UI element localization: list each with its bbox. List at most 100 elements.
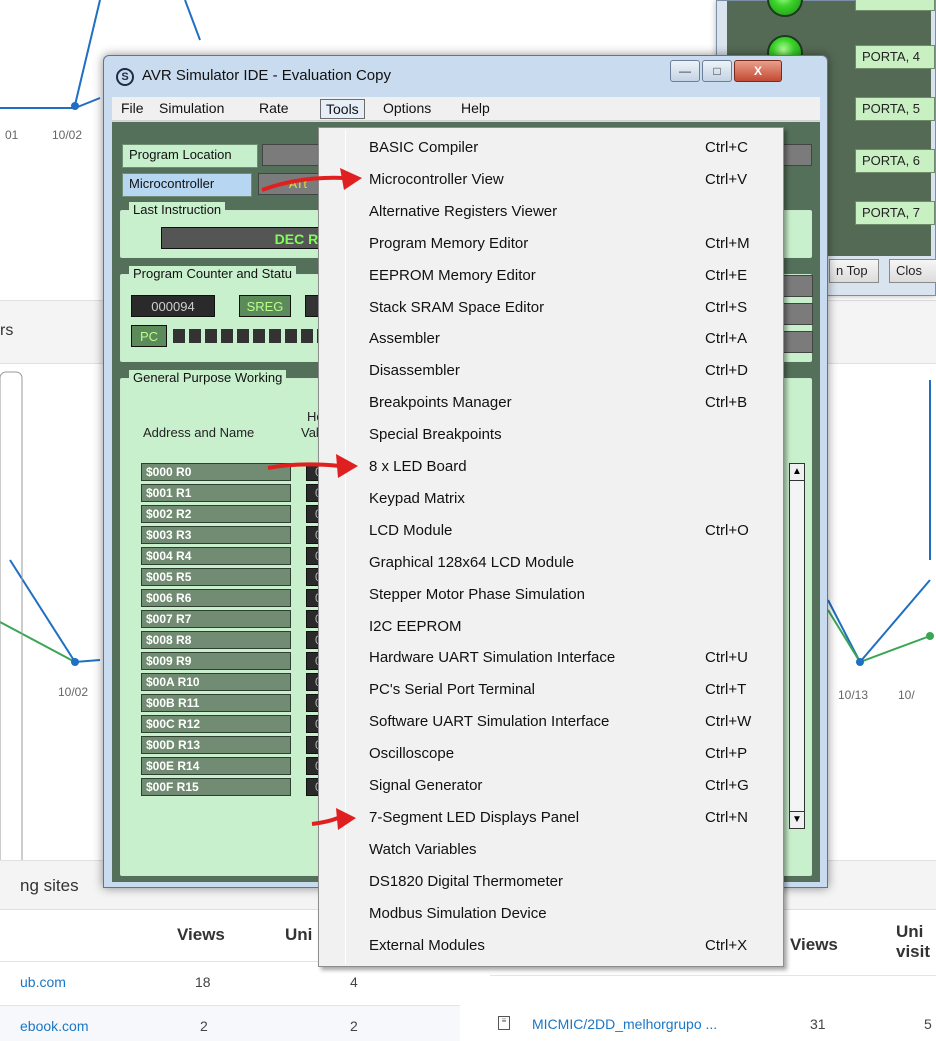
pc-bits [173, 329, 321, 343]
menu-item-label: Software UART Simulation Interface [369, 713, 610, 731]
maximize-button[interactable]: □ [702, 60, 732, 82]
menu-item-hardware-uart-simulation-interface[interactable]: Hardware UART Simulation Interface Ctrl+U [321, 642, 781, 674]
menu-item-shortcut: Ctrl+O [705, 521, 749, 539]
menu-item-pc-s-serial-port-terminal[interactable]: PC's Serial Port Terminal Ctrl+T [321, 674, 781, 706]
menu-item-modbus-simulation-device[interactable]: Modbus Simulation Device [321, 898, 781, 930]
menu-item-label: Assembler [369, 330, 440, 348]
site-link[interactable]: ebook.com [20, 1018, 88, 1034]
menu-item-graphical-128x64-lcd-module[interactable]: Graphical 128x64 LCD Module [321, 547, 781, 579]
close-button[interactable]: Clos [889, 259, 936, 283]
menu-tools[interactable]: Tools [320, 99, 365, 119]
menu-item-shortcut: Ctrl+W [705, 713, 752, 731]
menu-item-label: Graphical 128x64 LCD Module [369, 553, 575, 571]
menu-item-external-modules[interactable]: External Modules Ctrl+X [321, 930, 781, 962]
page-link[interactable]: MICMIC/2DD_melhorgrupo ... [532, 1016, 717, 1032]
views-header[interactable]: Views [177, 925, 225, 945]
scroll-down-icon[interactable]: ▼ [789, 811, 805, 829]
menu-help[interactable]: Help [456, 99, 495, 119]
menu-item-keypad-matrix[interactable]: Keypad Matrix [321, 483, 781, 515]
menu-item-i2c-eeprom[interactable]: I2C EEPROM [321, 611, 781, 643]
menu-item-label: Keypad Matrix [369, 489, 465, 507]
minimize-button[interactable]: — [670, 60, 700, 82]
register-name: $008 R8 [141, 631, 291, 649]
menu-item-shortcut: Ctrl+S [705, 298, 748, 316]
menu-item-lcd-module[interactable]: LCD Module Ctrl+O [321, 515, 781, 547]
led-label: PORTA, 7 [855, 201, 935, 225]
menu-item-label: Disassembler [369, 362, 460, 380]
unique-header[interactable]: Uni [896, 922, 923, 942]
menu-item-special-breakpoints[interactable]: Special Breakpoints [321, 419, 781, 451]
menu-item-label: 8 x LED Board [369, 458, 467, 475]
site-link[interactable]: ub.com [20, 974, 66, 990]
title-bar[interactable]: S AVR Simulator IDE - Evaluation Copy — … [104, 56, 827, 96]
menu-item-stack-sram-space-editor[interactable]: Stack SRAM Space Editor Ctrl+S [321, 292, 781, 324]
scrollbar-track[interactable] [789, 481, 805, 811]
menu-item-signal-generator[interactable]: Signal Generator Ctrl+G [321, 770, 781, 802]
menu-item-ds1820-digital-thermometer[interactable]: DS1820 Digital Thermometer [321, 866, 781, 898]
menu-item-oscilloscope[interactable]: Oscilloscope Ctrl+P [321, 738, 781, 770]
register-name: $00F R15 [141, 778, 291, 796]
menu-item-label: BASIC Compiler [369, 139, 479, 156]
menu-item-stepper-motor-phase-simulation[interactable]: Stepper Motor Phase Simulation [321, 579, 781, 611]
menu-item-label: Special Breakpoints [369, 426, 502, 444]
menu-item-microcontroller-view[interactable]: Microcontroller View Ctrl+V [321, 164, 781, 196]
program-location-field[interactable] [262, 144, 322, 166]
menu-item-label: Oscilloscope [369, 745, 455, 763]
program-counter-title: Program Counter and Statu [129, 266, 296, 281]
table-row [0, 962, 460, 1006]
unique-cell: 5 [924, 1016, 932, 1032]
register-name: $00E R14 [141, 757, 291, 775]
section-title: rs [0, 322, 14, 339]
menu-item-shortcut: Ctrl+A [705, 330, 748, 348]
unique-header[interactable]: Uni [285, 925, 312, 945]
views-header[interactable]: Views [790, 935, 838, 955]
unique-cell: 4 [350, 974, 358, 990]
address-header: Address and Name [143, 425, 255, 440]
menu-item-label: Signal Generator [369, 777, 483, 794]
menu-item-label: Stack SRAM Space Editor [369, 298, 545, 316]
menu-item-assembler[interactable]: Assembler Ctrl+A [321, 323, 781, 355]
visitors-header: visit [896, 942, 931, 961]
scroll-up-icon[interactable]: ▲ [789, 463, 805, 481]
axis-label: 10/02 [58, 685, 89, 699]
close-button[interactable]: X [734, 60, 782, 82]
menu-item-label: Breakpoints Manager [369, 394, 512, 412]
microcontroller-label: Microcontroller [122, 173, 252, 197]
menu-item-disassembler[interactable]: Disassembler Ctrl+D [321, 355, 781, 387]
last-instruction-value: DEC R2 [161, 227, 331, 249]
led-label: PORTA, 6 [855, 149, 935, 173]
menu-item-7-segment-led-displays-panel[interactable]: 7-Segment LED Displays Panel Ctrl+N [321, 802, 781, 834]
menu-item-shortcut: Ctrl+C [705, 139, 748, 156]
menu-file[interactable]: File [116, 99, 149, 119]
register-name: $004 R4 [141, 547, 291, 565]
gpr-title: General Purpose Working [129, 370, 287, 385]
menu-item-alternative-registers-viewer[interactable]: Alternative Registers Viewer [321, 196, 781, 228]
menu-item-shortcut: Ctrl+G [705, 777, 749, 794]
register-name: $000 R0 [141, 463, 291, 481]
views-cell: 2 [200, 1018, 208, 1034]
register-name: $00D R13 [141, 736, 291, 754]
menu-item-breakpoints-manager[interactable]: Breakpoints Manager Ctrl+B [321, 387, 781, 419]
menu-options[interactable]: Options [378, 99, 436, 119]
menu-item-label: External Modules [369, 936, 485, 954]
on-top-button[interactable]: n Top [829, 259, 879, 283]
menu-item-8-x-led-board[interactable]: 8 x LED Board [321, 451, 781, 483]
menu-item-shortcut: Ctrl+D [705, 362, 748, 380]
menu-simulation[interactable]: Simulation [154, 99, 229, 119]
app-logo-icon: S [116, 68, 134, 86]
menu-item-basic-compiler[interactable]: BASIC Compiler Ctrl+C [321, 132, 781, 164]
menu-item-watch-variables[interactable]: Watch Variables [321, 834, 781, 866]
menu-item-shortcut: Ctrl+U [705, 649, 748, 667]
unique-cell: 2 [350, 1018, 358, 1034]
register-name: $002 R2 [141, 505, 291, 523]
menu-item-program-memory-editor[interactable]: Program Memory Editor Ctrl+M [321, 228, 781, 260]
menu-item-label: Hardware UART Simulation Interface [369, 649, 616, 667]
menu-item-shortcut: Ctrl+E [705, 266, 748, 284]
menu-item-software-uart-simulation-interface[interactable]: Software UART Simulation Interface Ctrl+W [321, 706, 781, 738]
sreg-bit [305, 295, 319, 317]
menu-item-shortcut: Ctrl+N [705, 808, 748, 826]
sites-title: ng sites [20, 876, 79, 895]
register-name: $00C R12 [141, 715, 291, 733]
menu-rate[interactable]: Rate [254, 99, 294, 119]
menu-item-eeprom-memory-editor[interactable]: EEPROM Memory Editor Ctrl+E [321, 260, 781, 292]
